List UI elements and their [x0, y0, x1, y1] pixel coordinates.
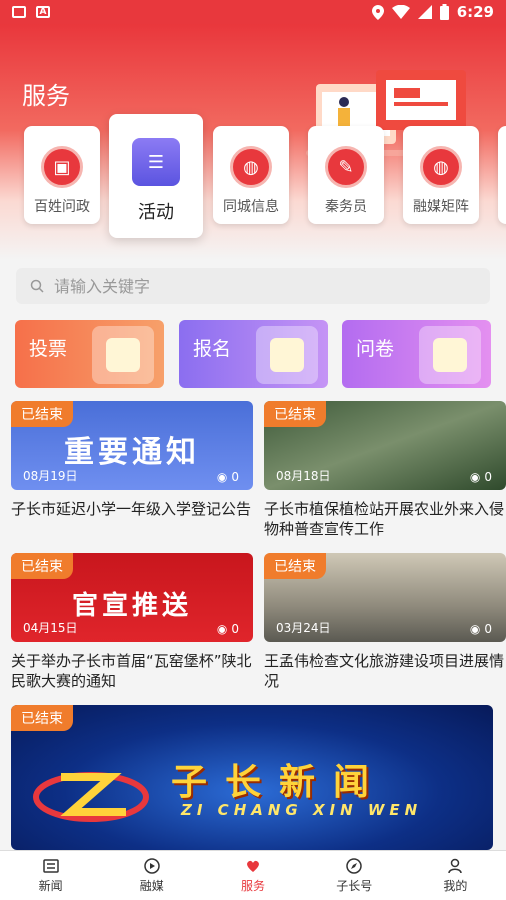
globe-icon: ◍	[420, 146, 462, 188]
activity-date: 08月18日	[276, 469, 331, 483]
activity-title: 子长市延迟小学一年级入学登记公告	[11, 500, 252, 518]
thumbnail-text: 重要通知	[64, 435, 200, 470]
featured-title-en: ZI CHANG XIN WEN	[181, 801, 423, 819]
service-label: 活动	[138, 202, 174, 223]
play-circle-icon	[144, 858, 160, 874]
search-icon	[30, 279, 44, 293]
notebook-icon: ✎	[325, 146, 367, 188]
tab-label: 子长号	[336, 879, 373, 893]
promo-label: 投票	[29, 338, 68, 360]
thumbnail-text: 官宣推送	[71, 591, 192, 621]
tab-label: 服务	[241, 879, 266, 893]
activity-title: 子长市植保植检站开展农业外来入侵物种普查宣传工作	[264, 500, 505, 538]
tab-service[interactable]: 服务	[202, 851, 303, 900]
activity-card[interactable]: 重要通知 已结束 08月19日 ◉ 0 子长市延迟小学一年级入学登记公告	[11, 401, 253, 519]
a-notification-icon: A	[36, 6, 50, 18]
service-label: 融媒矩阵	[413, 199, 469, 215]
view-count-value: 0	[484, 470, 492, 484]
status-badge: 已结束	[11, 705, 73, 731]
activity-date: 04月15日	[23, 621, 78, 635]
service-item-activity[interactable]: ☰ 活动	[109, 114, 203, 238]
wifi-icon	[391, 5, 410, 19]
featured-title-cn: 子长新闻	[171, 761, 388, 803]
view-count-value: 0	[231, 622, 239, 636]
newspaper-icon	[42, 859, 59, 873]
activity-thumbnail: 官宣推送 已结束 04月15日 ◉ 0	[11, 553, 253, 642]
status-bar: A 6:29	[0, 0, 506, 24]
service-carousel[interactable]: ▣ 百姓问政 ☰ 活动 ◍ 同城信息 ✎ 秦务员 ◍ 融媒矩阵	[0, 112, 506, 242]
signal-icon	[417, 5, 432, 19]
service-label: 百姓问政	[34, 199, 90, 215]
bottom-tab-bar: 新闻 融媒 服务 子长号 我的	[0, 850, 506, 900]
notification-icons: A	[12, 6, 50, 18]
view-count: ◉ 0	[217, 622, 239, 636]
page-title: 服务	[22, 82, 70, 110]
activity-title: 王孟伟检查文化旅游建设项目进展情况	[264, 652, 505, 690]
status-badge: 已结束	[11, 401, 73, 427]
view-count: ◉ 0	[217, 470, 239, 484]
globe-icon: ◍	[230, 146, 272, 188]
promo-label: 问卷	[356, 338, 395, 360]
activity-card[interactable]: 已结束 08月18日 ◉ 0 子长市植保植检站开展农业外来入侵物种普查宣传工作	[264, 401, 506, 539]
activity-date: 03月24日	[276, 621, 331, 635]
status-badge: 已结束	[264, 401, 326, 427]
status-right: 6:29	[371, 3, 494, 21]
service-item-baixingwenzheng[interactable]: ▣ 百姓问政	[24, 126, 100, 224]
view-count-value: 0	[231, 470, 239, 484]
grid-notification-icon	[12, 6, 26, 18]
list-board-icon: ☰	[132, 138, 180, 186]
ballot-icon	[92, 326, 154, 384]
service-label: 秦务员	[325, 199, 367, 215]
tab-label: 新闻	[38, 879, 63, 893]
service-label: 同城信息	[223, 199, 279, 215]
view-count: ◉ 0	[470, 470, 492, 484]
eye-icon: ◉	[216, 470, 228, 484]
tab-news[interactable]: 新闻	[0, 851, 101, 900]
envelope-icon	[256, 326, 318, 384]
tab-rongmei[interactable]: 融媒	[101, 851, 202, 900]
promo-vote[interactable]: 投票	[15, 320, 164, 388]
activity-thumbnail: 重要通知 已结束 08月19日 ◉ 0	[11, 401, 253, 490]
heart-hand-icon	[247, 860, 259, 872]
tab-zichanghao[interactable]: 子长号	[304, 851, 405, 900]
zichang-tv-logo	[33, 772, 149, 822]
activity-thumbnail: 已结束 08月18日 ◉ 0	[264, 401, 506, 490]
eye-icon: ◉	[469, 622, 481, 636]
activity-thumbnail: 已结束 03月24日 ◉ 0	[264, 553, 506, 642]
promo-signup[interactable]: 报名	[179, 320, 328, 388]
activity-date: 08月19日	[23, 469, 78, 483]
search-input[interactable]	[54, 276, 454, 296]
service-item-rongmeijuzhen[interactable]: ◍ 融媒矩阵	[403, 126, 479, 224]
battery-icon	[439, 4, 449, 20]
view-count: ◉ 0	[470, 622, 492, 636]
promo-survey[interactable]: 问卷	[342, 320, 491, 388]
promo-label: 报名	[193, 338, 232, 360]
activity-title: 关于举办子长市首届“瓦窑堡杯”陕北民歌大赛的通知	[11, 652, 252, 690]
view-count-value: 0	[484, 622, 492, 636]
clock: 6:29	[456, 3, 494, 21]
service-item-tongchengxinxi[interactable]: ◍ 同城信息	[213, 126, 289, 224]
search-bar[interactable]	[16, 268, 490, 304]
status-badge: 已结束	[11, 553, 73, 579]
clipboard-icon	[419, 326, 481, 384]
eye-icon: ◉	[469, 470, 481, 484]
activity-card[interactable]: 官宣推送 已结束 04月15日 ◉ 0 关于举办子长市首届“瓦窑堡杯”陕北民歌大赛…	[11, 553, 253, 691]
eye-icon: ◉	[216, 622, 228, 636]
compass-icon	[346, 858, 362, 874]
service-item-qinwuyuan[interactable]: ✎ 秦务员	[308, 126, 384, 224]
status-badge: 已结束	[264, 553, 326, 579]
tab-mine[interactable]: 我的	[405, 851, 506, 900]
service-item-partial[interactable]	[498, 126, 506, 224]
document-a-icon: ▣	[41, 146, 83, 188]
featured-activity-card[interactable]: 子长新闻 ZI CHANG XIN WEN 已结束	[11, 705, 493, 850]
tab-label: 融媒	[139, 879, 164, 893]
activity-card[interactable]: 已结束 03月24日 ◉ 0 王孟伟检查文化旅游建设项目进展情况	[264, 553, 506, 691]
user-icon	[448, 858, 463, 874]
tab-label: 我的	[443, 879, 468, 893]
location-icon	[371, 4, 384, 20]
